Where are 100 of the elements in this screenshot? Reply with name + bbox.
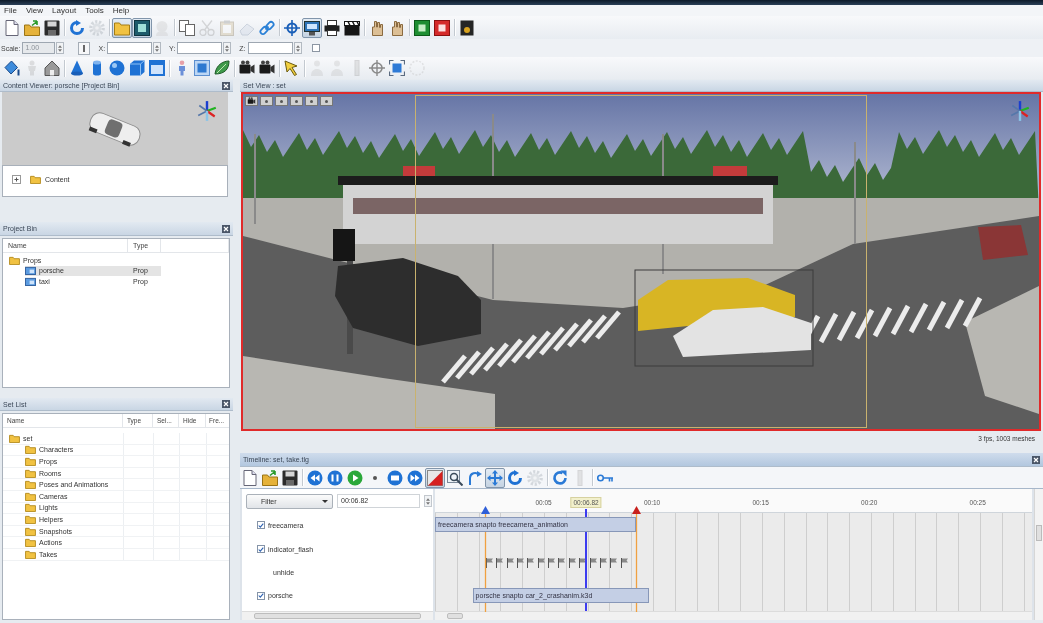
close-icon bbox=[1032, 455, 1040, 464]
head-icon bbox=[154, 19, 170, 36]
up-down-arrows-icon bbox=[295, 44, 300, 52]
toolbar-button[interactable] bbox=[412, 17, 432, 38]
scrollbar[interactable] bbox=[242, 611, 433, 620]
cube-icon bbox=[129, 60, 145, 76]
checkbox[interactable] bbox=[311, 44, 320, 52]
caret-icon bbox=[322, 499, 328, 503]
menu-item[interactable]: File bbox=[1, 6, 20, 15]
toolbar-button[interactable] bbox=[302, 17, 322, 38]
copy-icon bbox=[179, 19, 195, 36]
toolbar-button[interactable] bbox=[132, 17, 152, 38]
range-end-marker[interactable] bbox=[631, 506, 641, 612]
menu-item[interactable]: Layout bbox=[49, 6, 80, 15]
spin-button[interactable] bbox=[223, 42, 232, 54]
move-arrows-icon bbox=[487, 469, 503, 486]
toolbar-button[interactable] bbox=[42, 58, 62, 78]
flag-icon bbox=[610, 558, 618, 568]
folder-icon bbox=[25, 549, 36, 559]
toolbar-button[interactable] bbox=[432, 17, 452, 38]
flag-icon bbox=[568, 558, 576, 568]
toolbar-button[interactable] bbox=[212, 58, 232, 78]
close-icon bbox=[222, 224, 230, 233]
curve-graph-icon bbox=[427, 469, 443, 486]
scrollbar[interactable] bbox=[1034, 489, 1043, 620]
selection-frame-icon bbox=[389, 60, 405, 76]
viewport-button[interactable] bbox=[245, 96, 258, 106]
hand-icon bbox=[389, 19, 405, 36]
number-field[interactable] bbox=[177, 42, 223, 54]
document-icon bbox=[4, 19, 20, 36]
spin-button[interactable] bbox=[293, 42, 302, 54]
monitor-icon bbox=[304, 19, 320, 36]
paint-bucket-icon bbox=[4, 60, 20, 76]
box-icon bbox=[459, 19, 475, 36]
gear-icon bbox=[527, 469, 543, 486]
folder-icon bbox=[114, 19, 130, 36]
preview-viewport[interactable] bbox=[2, 92, 228, 165]
axis-gizmo-icon bbox=[196, 100, 218, 122]
folder-icon bbox=[25, 503, 36, 513]
curved-arrow-icon bbox=[467, 469, 483, 486]
flag-icon bbox=[537, 558, 545, 568]
flag-icon bbox=[620, 558, 628, 568]
flag-icon bbox=[589, 558, 597, 568]
toolbar-button[interactable] bbox=[445, 467, 465, 488]
key-icon bbox=[597, 473, 613, 482]
checkbox[interactable] bbox=[257, 521, 265, 529]
vertical-bar-icon bbox=[83, 44, 86, 52]
framed-square-icon bbox=[434, 19, 450, 36]
pointer-icon bbox=[284, 60, 300, 76]
expand-icon[interactable] bbox=[12, 175, 21, 184]
close-button[interactable] bbox=[222, 224, 230, 233]
clipboard-icon bbox=[219, 19, 235, 36]
menu-item[interactable]: View bbox=[22, 6, 47, 15]
cone-icon bbox=[69, 60, 85, 76]
close-icon bbox=[222, 81, 230, 90]
crosshair-icon bbox=[284, 19, 300, 36]
panel-icon bbox=[149, 60, 165, 76]
up-down-arrows-icon bbox=[155, 44, 160, 52]
checkbox[interactable] bbox=[257, 591, 265, 600]
scrollbar[interactable] bbox=[435, 611, 1032, 620]
checkmark-icon bbox=[258, 546, 264, 552]
menu-item[interactable]: Help bbox=[109, 6, 133, 15]
spin-button[interactable] bbox=[56, 42, 65, 54]
folder-icon bbox=[25, 491, 36, 501]
axis-gizmo-icon bbox=[1009, 100, 1031, 122]
checkmark-icon bbox=[258, 593, 264, 598]
flag-icon bbox=[558, 558, 566, 568]
dot-icon bbox=[280, 99, 283, 103]
folder-icon bbox=[9, 433, 20, 443]
spin-button[interactable] bbox=[153, 42, 162, 54]
spin-button[interactable] bbox=[424, 495, 432, 507]
flag-icon bbox=[496, 558, 504, 568]
folder-icon bbox=[25, 538, 36, 548]
up-down-arrows-icon bbox=[225, 44, 230, 52]
folder-icon bbox=[25, 457, 36, 466]
close-icon bbox=[222, 400, 230, 408]
flag-icon bbox=[516, 558, 524, 568]
toolbar-button[interactable] bbox=[322, 17, 342, 38]
flag-icon bbox=[506, 558, 514, 568]
number-field[interactable] bbox=[247, 42, 293, 54]
toolbar-button[interactable] bbox=[2, 58, 22, 78]
flag-icon bbox=[579, 558, 587, 568]
camera-icon bbox=[247, 97, 256, 105]
dot-icon bbox=[310, 99, 313, 103]
close-button[interactable] bbox=[222, 400, 230, 408]
number-field[interactable] bbox=[107, 42, 153, 54]
checkmark-icon bbox=[258, 522, 264, 528]
checkbox[interactable] bbox=[257, 545, 265, 553]
person-icon bbox=[329, 60, 345, 76]
menu-item[interactable]: Tools bbox=[82, 6, 107, 15]
framed-picture-icon bbox=[134, 19, 150, 36]
flag-icon bbox=[600, 558, 608, 568]
folder-icon bbox=[25, 526, 36, 536]
close-button[interactable] bbox=[1032, 455, 1040, 464]
leaf-icon bbox=[214, 60, 230, 76]
flag-icon bbox=[548, 558, 556, 568]
flag-icon bbox=[485, 558, 493, 568]
hand-icon bbox=[369, 19, 385, 36]
close-button[interactable] bbox=[222, 81, 230, 90]
person-icon bbox=[309, 60, 325, 76]
